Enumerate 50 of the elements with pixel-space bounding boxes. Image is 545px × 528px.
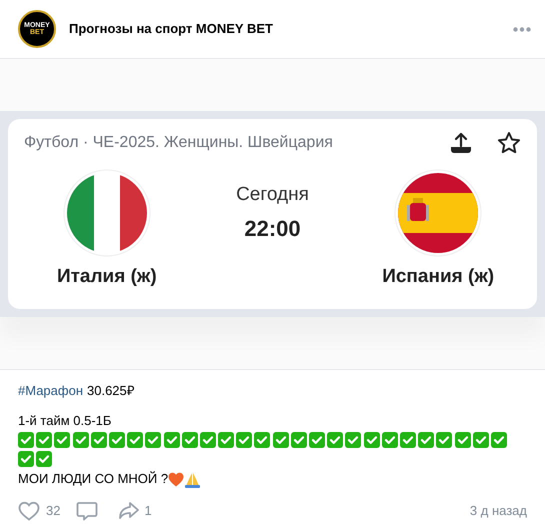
checkmark-icon	[218, 432, 234, 448]
checkmark-icon	[36, 432, 52, 448]
heart-icon[interactable]	[18, 501, 40, 521]
checkmark-icon	[236, 432, 252, 448]
checkmark-icon	[472, 432, 489, 448]
flag-icon	[394, 169, 482, 257]
checkmark-icon	[36, 451, 52, 467]
repost-count: 1	[144, 502, 152, 520]
heart-icon	[168, 472, 184, 486]
checkmark-icon	[327, 432, 344, 448]
post-text: 1-й тайм 0.5-1Б	[18, 412, 112, 430]
checkmark-icon	[18, 432, 34, 448]
checkmark-icon	[400, 432, 416, 448]
checkmark-icon	[145, 432, 162, 448]
star-icon	[497, 131, 521, 155]
post-text: МОИ ЛЮДИ СО МНОЙ ?	[18, 470, 168, 488]
checkmark-icon	[272, 432, 289, 448]
match-time: 22:00	[244, 214, 301, 242]
checkmark-icon	[382, 432, 398, 448]
checkmark-icon	[200, 432, 216, 448]
like-count: 32	[46, 502, 60, 520]
comment-icon[interactable]	[76, 501, 98, 521]
checkmark-icon	[18, 451, 34, 467]
checkmark-icon	[436, 432, 452, 448]
checkmark-icon	[164, 432, 180, 448]
hashtag-link[interactable]: #Марафон	[18, 382, 83, 400]
share-arrow-icon[interactable]	[118, 501, 140, 521]
flag-icon	[62, 169, 151, 257]
checkmark-icon	[54, 432, 70, 448]
checkmark-icon	[364, 432, 380, 448]
checkmark-icon	[72, 432, 89, 448]
checkmark-icon	[454, 432, 470, 448]
checkmark-icon	[254, 432, 270, 448]
checkmark-icon	[90, 432, 107, 448]
team-name: Испания (ж)	[382, 265, 494, 289]
checkmark-icon	[290, 432, 307, 448]
more-icon[interactable]	[513, 26, 531, 32]
channel-title[interactable]: Прогнозы на спорт MONEY BET	[69, 19, 273, 39]
match-day: Сегодня	[236, 181, 309, 210]
match-subtitle: Футбол · ЧЕ-2025. Женщины. Швейцария	[24, 133, 333, 153]
share-icon	[450, 132, 472, 154]
checkmark-icon	[127, 432, 144, 448]
checkmark-icon	[490, 432, 507, 448]
checkmark-icon	[182, 432, 198, 448]
checkmark-icon	[418, 432, 434, 448]
checkmark-icon	[345, 432, 362, 448]
amount-text: 30.625₽	[87, 382, 135, 400]
team-name: Италия (ж)	[56, 265, 157, 289]
checkmark-icon	[108, 432, 125, 448]
checkmark-icon	[309, 432, 325, 448]
